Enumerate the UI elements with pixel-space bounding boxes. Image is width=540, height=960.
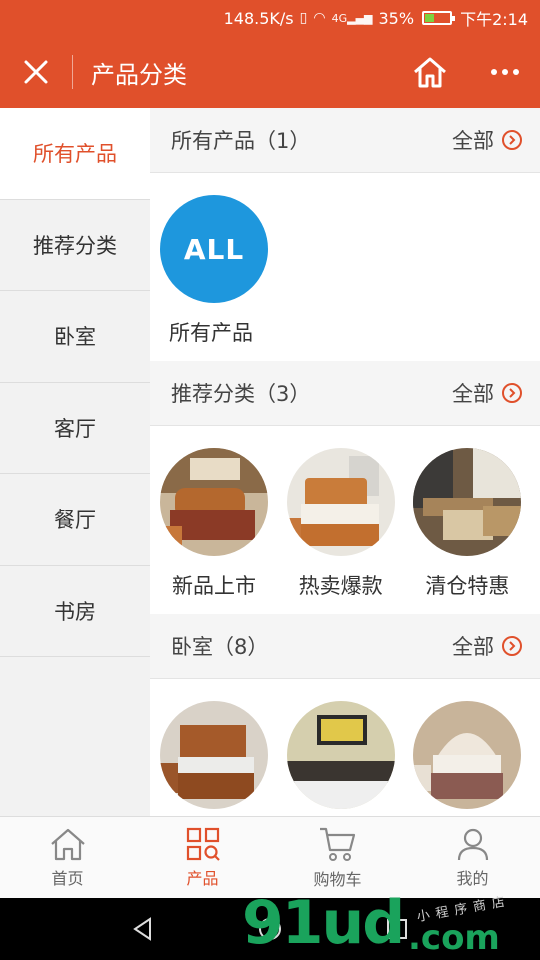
wifi-icon: ◠ [313,10,326,26]
tab-products[interactable]: 产品 [135,817,270,898]
tab-label: 首页 [51,868,84,888]
category-label: 新品上市 [172,574,256,598]
view-all-link[interactable]: 全部 [452,378,522,408]
home-button[interactable] [400,36,460,108]
tab-label: 购物车 [313,869,362,889]
category-item-bedroom-1[interactable] [160,701,287,809]
category-sidebar: 所有产品 推荐分类 卧室 客厅 餐厅 书房 [0,108,150,816]
living-room-photo-thumbnail [413,448,522,556]
section-title: 所有产品（1） [171,129,311,153]
system-nav-bar [0,898,540,960]
chevron-right-icon [502,383,522,403]
sidebar-item-recommended[interactable]: 推荐分类 [0,200,150,291]
user-icon [457,828,488,860]
tab-label: 我的 [456,868,489,888]
more-dot-icon [502,69,508,75]
category-item-clearance[interactable]: 清仓特惠 [413,448,540,614]
sidebar-item-all[interactable]: 所有产品 [0,108,150,200]
battery-percent: 35% [378,8,415,28]
view-all-link[interactable]: 全部 [452,125,522,155]
view-all-link[interactable]: 全部 [452,631,522,661]
section-header-recommended: 推荐分类（3） 全部 [150,361,540,426]
more-button[interactable] [470,36,540,108]
chevron-right-icon [502,130,522,150]
signal-icon: 4G▂▄▆ [331,11,373,25]
sidebar-item-bedroom[interactable]: 卧室 [0,291,150,383]
section-body-recommended: 新品上市 热卖爆款 清仓特惠 [150,426,540,614]
all-products-badge: ALL [160,195,268,303]
section-body-bedroom [150,679,540,809]
close-button[interactable] [0,36,72,108]
category-content: 所有产品（1） 全部 ALL 所有产品 推荐分类（3） 全部 新品上市 热卖爆款… [150,108,540,816]
clock: 下午2:14 [460,10,528,29]
home-icon [50,828,85,860]
home-circle-icon[interactable] [257,916,283,942]
sidebar-item-dining-room[interactable]: 餐厅 [0,474,150,566]
section-body-all: ALL 所有产品 [150,173,540,361]
view-all-label: 全部 [452,129,494,153]
tab-label: 产品 [186,868,219,888]
view-all-label: 全部 [452,635,494,659]
more-dot-icon [513,69,519,75]
section-title: 卧室（8） [171,635,269,659]
sidebar-item-living-room[interactable]: 客厅 [0,383,150,474]
network-speed: 148.5K/s [223,8,294,28]
home-icon [414,57,446,88]
bedroom-photo-thumbnail [160,448,268,556]
view-all-label: 全部 [452,382,494,406]
section-title: 推荐分类（3） [171,382,311,406]
category-item-bedroom-2[interactable] [286,701,414,809]
app-header: 产品分类 [0,36,540,108]
cart-icon [319,827,355,861]
grid-search-icon [186,827,220,861]
bedroom-photo-thumbnail [413,701,522,809]
recent-apps-icon[interactable] [384,916,410,942]
chevron-right-icon [502,636,522,656]
bedroom-photo-thumbnail [286,448,395,556]
vibrate-icon: ▯ [299,10,308,26]
category-label: 热卖爆款 [298,574,383,598]
back-icon[interactable] [130,916,156,942]
category-item-best-sellers[interactable]: 热卖爆款 [286,448,414,614]
bottom-tab-bar: 首页 产品 购物车 我的 [0,816,540,898]
close-icon [24,60,48,84]
status-bar: 148.5K/s ▯ ◠ 4G▂▄▆ 35% 下午2:14 [0,0,540,36]
tab-profile[interactable]: 我的 [405,817,540,898]
header-divider [72,55,73,89]
tab-cart[interactable]: 购物车 [270,817,405,898]
battery-icon [422,11,456,25]
category-item-new-arrivals[interactable]: 新品上市 [160,448,287,614]
category-item-bedroom-3[interactable] [413,701,540,809]
living-room-photo-thumbnail [286,701,395,809]
page-title: 产品分类 [91,60,187,89]
section-header-all: 所有产品（1） 全部 [150,108,540,173]
category-item-all[interactable]: ALL 所有产品 [160,195,289,347]
more-dot-icon [491,69,497,75]
category-label: 清仓特惠 [425,574,510,598]
sidebar-item-study[interactable]: 书房 [0,566,150,657]
section-header-bedroom: 卧室（8） 全部 [150,614,540,679]
bedroom-photo-thumbnail [160,701,268,809]
tab-home[interactable]: 首页 [0,817,135,898]
category-label: 所有产品 [169,321,253,345]
